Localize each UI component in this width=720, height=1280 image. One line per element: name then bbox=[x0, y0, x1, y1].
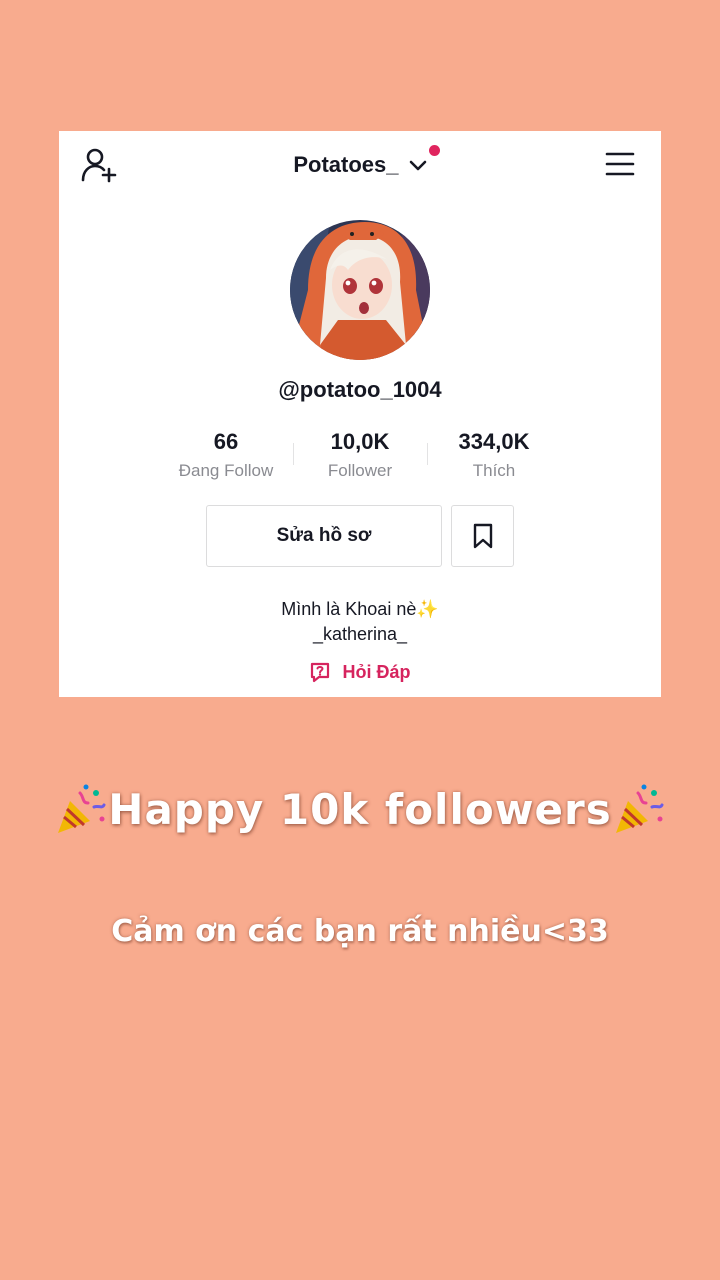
menu-icon[interactable] bbox=[605, 151, 635, 177]
followers-label: Follower bbox=[327, 461, 393, 480]
edit-profile-button[interactable]: Sửa hồ sơ bbox=[206, 505, 442, 567]
chevron-down-icon bbox=[409, 160, 426, 171]
following-label: Đang Follow bbox=[178, 461, 274, 480]
qa-label: Hỏi Đáp bbox=[342, 661, 411, 682]
profile-handle: @potatoo_1004 bbox=[278, 377, 442, 402]
following-count: 66 bbox=[213, 429, 239, 454]
celebration-headline: Happy 10k followers bbox=[0, 782, 720, 837]
thanks-message: Cảm ơn các bạn rất nhiều<33 bbox=[111, 914, 609, 949]
party-popper-icon bbox=[615, 784, 664, 833]
bio-line: _katherina_ bbox=[312, 624, 408, 644]
likes-label: Thích bbox=[472, 461, 516, 480]
followers-stat[interactable]: 10,0K Follower bbox=[293, 429, 427, 481]
bookmark-icon bbox=[473, 523, 492, 549]
profile-bio: Mình là Khoai nè✨ _katherina_ bbox=[59, 597, 661, 647]
bio-line: Mình là Khoai nè✨ bbox=[281, 599, 439, 619]
avatar-image bbox=[290, 220, 430, 360]
headline-text: Happy 10k followers bbox=[108, 785, 612, 834]
followers-count: 10,0K bbox=[330, 429, 390, 454]
party-popper-icon bbox=[58, 784, 106, 833]
profile-top-bar: Potatoes_ bbox=[59, 131, 661, 197]
notification-dot bbox=[429, 145, 440, 156]
favorites-button[interactable] bbox=[451, 505, 514, 567]
account-name: Potatoes_ bbox=[293, 152, 399, 178]
profile-stats: 66 Đang Follow 10,0K Follower 334,0K Thí… bbox=[159, 429, 561, 489]
avatar[interactable] bbox=[290, 220, 430, 360]
account-switcher[interactable]: Potatoes_ bbox=[59, 151, 661, 178]
likes-stat[interactable]: 334,0K Thích bbox=[427, 429, 561, 481]
question-box-icon bbox=[311, 663, 330, 683]
likes-count: 334,0K bbox=[458, 429, 530, 454]
qa-link[interactable]: Hỏi Đáp bbox=[59, 661, 661, 683]
profile-card: Potatoes_ @potatoo_1004 66 Đang Follow 1… bbox=[59, 131, 661, 697]
following-stat[interactable]: 66 Đang Follow bbox=[159, 429, 293, 481]
